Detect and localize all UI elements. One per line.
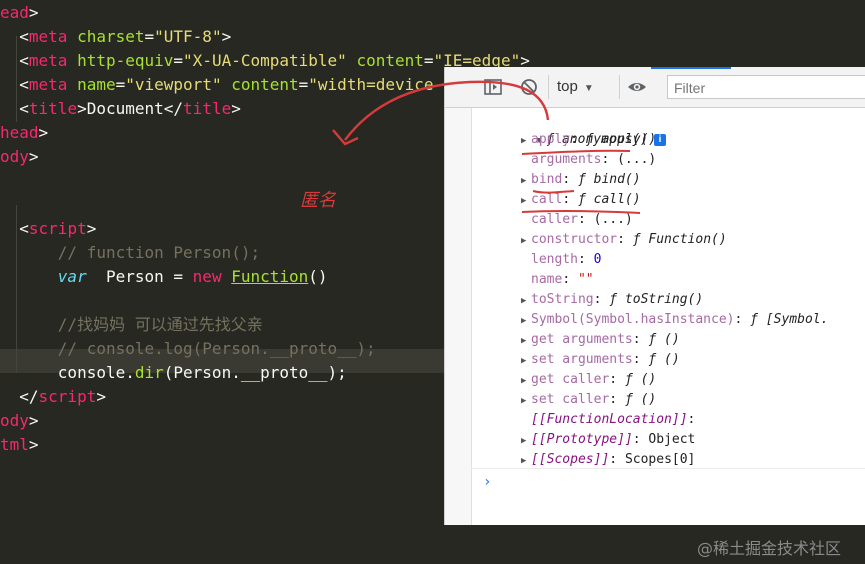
underline-call [521,209,641,214]
red-annotation-overlay [332,80,641,214]
annotation-arrow-head [332,129,359,146]
annotation-arrow-curve [344,80,550,141]
underline-apply [521,149,631,155]
underline-bind [532,190,575,194]
watermark: @稀土掘金技术社区 [697,539,842,558]
